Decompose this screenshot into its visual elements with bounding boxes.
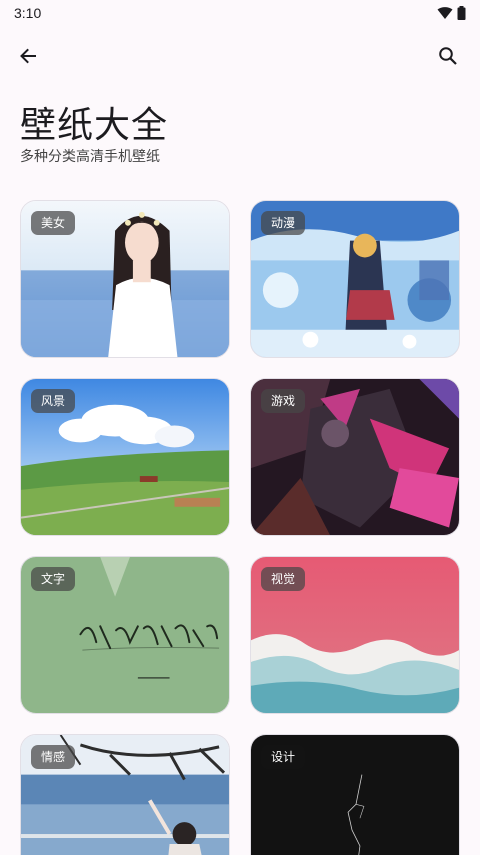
category-grid: 美女 动漫 风景 游戏 文字 视觉 情感 设计 — [20, 200, 460, 855]
category-tag: 视觉 — [261, 567, 306, 591]
category-card-anime[interactable]: 动漫 — [250, 200, 460, 358]
status-bar: 3:10 — [0, 0, 480, 26]
status-time: 3:10 — [14, 5, 42, 21]
category-card-scenery[interactable]: 风景 — [20, 378, 230, 536]
arrow-back-icon — [20, 48, 36, 64]
page-title: 壁纸大全 — [20, 105, 169, 146]
category-card-beauty[interactable]: 美女 — [20, 200, 230, 358]
back-button[interactable] — [8, 36, 48, 76]
wifi-icon — [437, 7, 453, 19]
category-card-visual[interactable]: 视觉 — [250, 556, 460, 714]
category-tag: 游戏 — [261, 389, 306, 413]
app-bar — [0, 36, 480, 76]
page-subtitle: 多种分类高清手机壁纸 — [20, 149, 160, 165]
category-tag: 文字 — [31, 567, 76, 591]
status-icons — [437, 6, 466, 20]
category-card-design[interactable]: 设计 — [250, 734, 460, 855]
category-tag: 美女 — [31, 211, 76, 235]
category-card-emotion[interactable]: 情感 — [20, 734, 230, 855]
search-button[interactable] — [428, 36, 468, 76]
category-tag: 情感 — [31, 745, 76, 769]
battery-icon — [457, 6, 466, 20]
category-tag: 设计 — [261, 745, 306, 769]
category-tag: 动漫 — [261, 211, 306, 235]
category-card-text[interactable]: 文字 — [20, 556, 230, 714]
search-icon — [439, 47, 457, 65]
category-tag: 风景 — [31, 389, 76, 413]
category-card-game[interactable]: 游戏 — [250, 378, 460, 536]
